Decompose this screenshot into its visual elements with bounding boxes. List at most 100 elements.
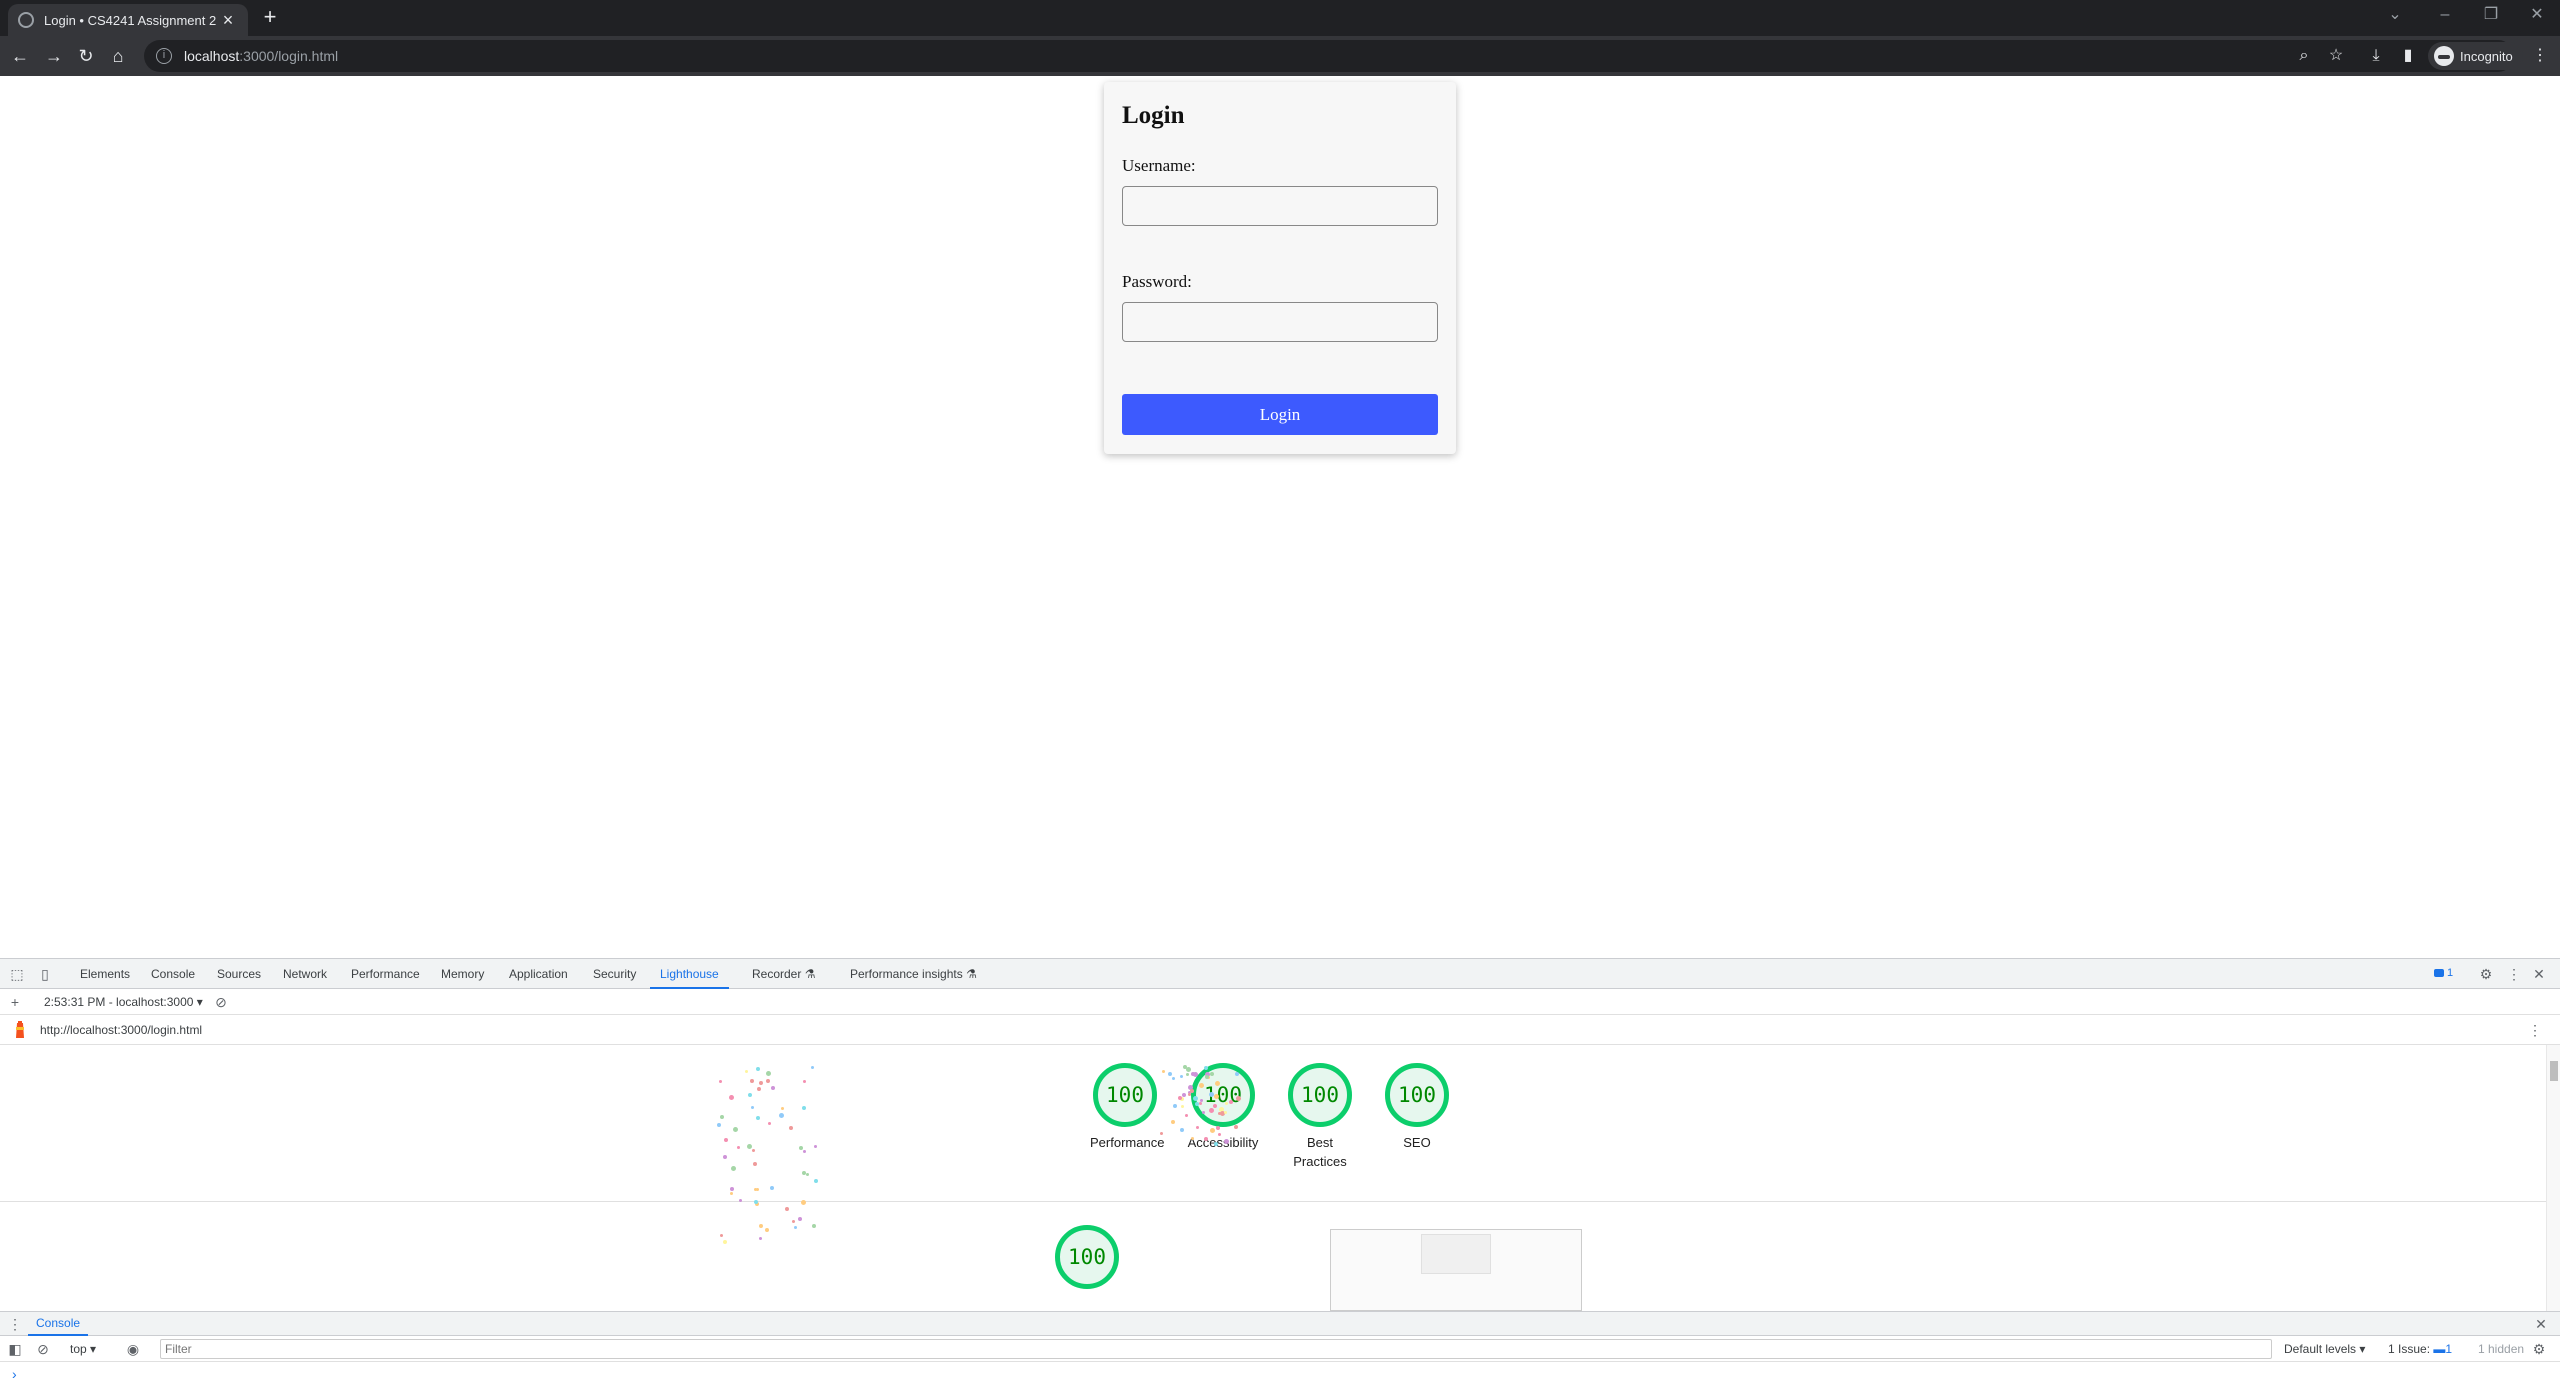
- confetti-dot: [720, 1234, 723, 1238]
- incognito-indicator[interactable]: Incognito: [2428, 42, 2523, 70]
- password-field[interactable]: [1122, 302, 1438, 342]
- confetti-dot: [813, 1179, 818, 1184]
- settings-gear-icon[interactable]: ⚙: [2477, 965, 2495, 983]
- confetti-dot: [730, 1186, 735, 1191]
- bookmark-star-icon[interactable]: ☆: [2324, 44, 2348, 68]
- issues-counter[interactable]: 1 Issue: ▬1: [2388, 1342, 2452, 1356]
- tab-lighthouse[interactable]: Lighthouse: [650, 959, 729, 989]
- confetti-dot: [810, 1066, 814, 1070]
- tab-recorder[interactable]: Recorder ⚗: [752, 959, 815, 989]
- chrome-menu-icon[interactable]: ⋮: [2528, 44, 2552, 68]
- tab-application[interactable]: Application: [509, 959, 568, 989]
- confetti-dot: [766, 1071, 772, 1077]
- address-bar[interactable]: i localhost:3000/login.html: [144, 40, 2514, 72]
- new-tab-button[interactable]: +: [258, 6, 282, 30]
- drawer-menu-icon[interactable]: ⋮: [6, 1315, 24, 1333]
- browser-tab[interactable]: Login • CS4241 Assignment 2 ×: [8, 4, 248, 36]
- report-url[interactable]: http://localhost:3000/login.html: [40, 1023, 202, 1037]
- info-icon[interactable]: i: [156, 48, 172, 64]
- experiment-flask-icon: ⚗: [966, 967, 977, 981]
- tab-security[interactable]: Security: [593, 959, 636, 989]
- tab-console[interactable]: Console: [151, 959, 195, 989]
- confetti-dot: [723, 1137, 728, 1142]
- device-toolbar-icon[interactable]: ▯: [36, 965, 54, 983]
- clear-reports-icon[interactable]: ⊘: [212, 993, 230, 1011]
- tab-performance-insights[interactable]: Performance insights ⚗: [850, 959, 977, 989]
- confetti-dot: [1162, 1069, 1166, 1073]
- forward-icon[interactable]: →: [42, 44, 66, 68]
- confetti-dot: [780, 1106, 784, 1110]
- experiment-flask-icon: ⚗: [804, 967, 816, 981]
- confetti-dot: [1179, 1074, 1183, 1078]
- confetti-dot: [811, 1224, 816, 1229]
- download-icon[interactable]: ⤓: [2364, 44, 2388, 68]
- tab-search-icon[interactable]: ⌄: [2372, 0, 2418, 32]
- tab-memory[interactable]: Memory: [441, 959, 484, 989]
- username-field[interactable]: [1122, 186, 1438, 226]
- log-levels-dropdown[interactable]: Default levels ▾: [2284, 1342, 2365, 1356]
- console-settings-icon[interactable]: ⚙: [2530, 1340, 2548, 1358]
- username-label: Username:: [1122, 156, 1196, 175]
- confetti-dot: [1209, 1128, 1215, 1134]
- report-menu-icon[interactable]: ⋮: [2526, 1021, 2544, 1039]
- live-expression-eye-icon[interactable]: ◉: [124, 1340, 142, 1358]
- main-score-gauge[interactable]: 100: [1052, 1225, 1122, 1289]
- confetti-dot: [801, 1106, 806, 1111]
- close-drawer-icon[interactable]: ✕: [2532, 1315, 2550, 1333]
- close-tab-icon[interactable]: ×: [218, 10, 238, 31]
- score-gauge-performance[interactable]: 100 Performance: [1090, 1063, 1164, 1152]
- tab-network[interactable]: Network: [283, 959, 327, 989]
- lighthouse-report: 100 Performance 100 Accessibility 100 Be…: [0, 1045, 2546, 1311]
- tab-sources[interactable]: Sources: [217, 959, 261, 989]
- close-window-button[interactable]: ✕: [2514, 0, 2560, 32]
- confetti-dot: [794, 1226, 798, 1230]
- sidebar-toggle-icon[interactable]: ◧: [6, 1340, 24, 1358]
- lighthouse-url-bar: http://localhost:3000/login.html ⋮: [0, 1015, 2560, 1045]
- confetti-dot: [722, 1154, 727, 1159]
- tab-performance[interactable]: Performance: [351, 959, 420, 989]
- new-report-icon[interactable]: +: [6, 993, 24, 1011]
- confetti-dot: [1189, 1088, 1194, 1093]
- score-value: 100: [1191, 1063, 1255, 1127]
- clear-console-icon[interactable]: ⊘: [34, 1340, 52, 1358]
- browser-tab-strip: Login • CS4241 Assignment 2 × + ⌄ – ❐ ✕: [0, 0, 2560, 36]
- issues-badge[interactable]: 1: [2434, 967, 2453, 979]
- inspect-element-icon[interactable]: ⬚: [8, 965, 26, 983]
- issue-icon: ▬: [2433, 1342, 2446, 1356]
- console-prompt-icon[interactable]: ›: [12, 1366, 17, 1382]
- page-screenshot-thumbnail[interactable]: [1330, 1229, 1582, 1311]
- score-gauge-seo[interactable]: 100 SEO: [1382, 1063, 1452, 1152]
- console-filter-input[interactable]: [160, 1339, 2272, 1359]
- scrollbar-thumb[interactable]: [2550, 1061, 2558, 1081]
- browser-toolbar: ← → ↻ ⌂ i localhost:3000/login.html ⌕ ☆ …: [0, 36, 2560, 76]
- confetti-dot: [1235, 1095, 1241, 1101]
- devtools-panel: ⬚ ▯ Elements Console Sources Network Per…: [0, 958, 2560, 1393]
- home-icon[interactable]: ⌂: [106, 44, 130, 68]
- confetti-dot: [1180, 1104, 1184, 1108]
- zoom-icon[interactable]: ⌕: [2292, 44, 2316, 68]
- side-panel-icon[interactable]: ▮: [2396, 44, 2420, 68]
- url-text: localhost:3000/login.html: [184, 48, 339, 64]
- tab-elements[interactable]: Elements: [80, 959, 130, 989]
- score-value: 100: [1055, 1225, 1119, 1289]
- restore-button[interactable]: ❐: [2468, 0, 2514, 32]
- minimize-button[interactable]: –: [2422, 0, 2468, 32]
- context-selector[interactable]: top ▾: [70, 1342, 96, 1356]
- report-scrollbar[interactable]: [2546, 1045, 2560, 1311]
- globe-icon: [18, 12, 34, 28]
- confetti-dot: [1171, 1076, 1175, 1080]
- drawer-tab-console[interactable]: Console: [28, 1312, 89, 1336]
- more-options-icon[interactable]: ⋮: [2505, 965, 2523, 983]
- confetti-dot: [732, 1126, 738, 1132]
- confetti-dot: [759, 1237, 763, 1241]
- close-devtools-icon[interactable]: ✕: [2530, 965, 2548, 983]
- reload-icon[interactable]: ↻: [74, 44, 98, 68]
- score-value: 100: [1288, 1063, 1352, 1127]
- back-icon[interactable]: ←: [8, 44, 32, 68]
- score-gauge-best-practices[interactable]: 100 Best Practices: [1285, 1063, 1355, 1171]
- confetti-dot: [801, 1199, 807, 1205]
- confetti-dot: [730, 1165, 736, 1171]
- login-button[interactable]: Login: [1122, 394, 1438, 435]
- report-selector[interactable]: 2:53:31 PM - localhost:3000 ▾: [44, 995, 203, 1009]
- confetti-dot: [752, 1162, 757, 1167]
